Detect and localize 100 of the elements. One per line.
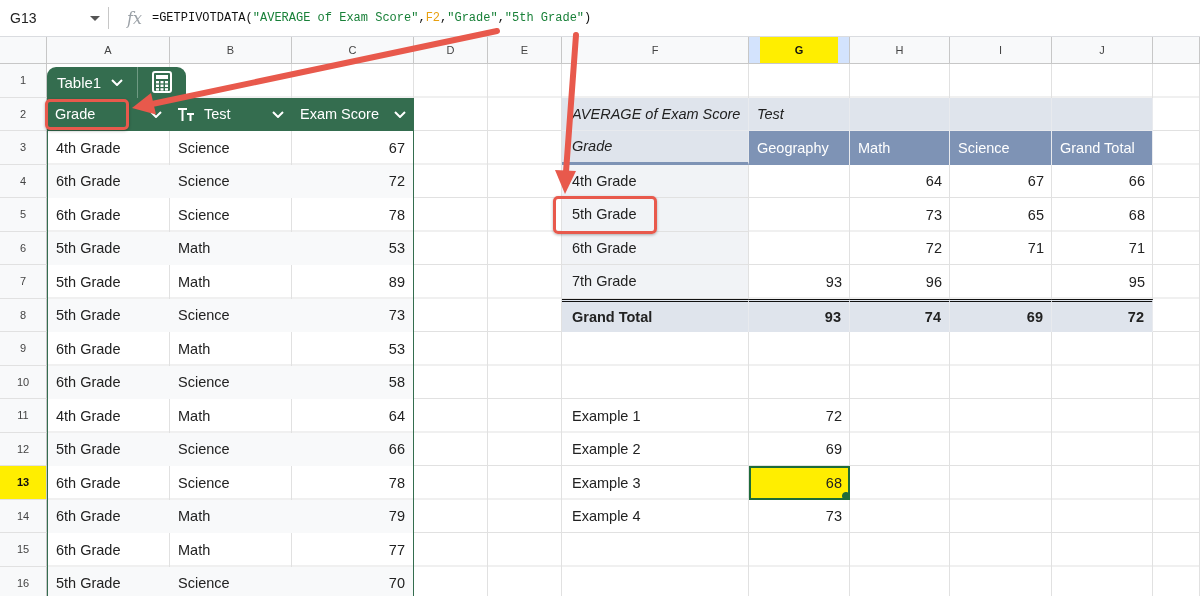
pivot-header-cell: Math — [850, 131, 950, 165]
pivot-cell-text: 71 — [1026, 239, 1045, 259]
table-cell: 6th Grade — [47, 332, 170, 366]
row-header[interactable]: 6 — [0, 231, 47, 265]
row-header[interactable]: 10 — [0, 365, 47, 399]
column-label: Grade — [55, 106, 97, 123]
table-cell-text: Math — [177, 339, 212, 359]
caret-icon[interactable] — [150, 110, 162, 118]
column-header[interactable]: E — [488, 37, 562, 64]
table-cell: Science — [170, 164, 292, 198]
pivot-cell: 93 — [749, 298, 850, 332]
text-type-icon — [178, 107, 194, 122]
pivot-cell: Grand Total — [562, 298, 749, 332]
pivot-cell-text: 71 — [1127, 239, 1146, 259]
table-cell-text: Science — [177, 138, 231, 158]
table-cell-text: Math — [177, 272, 212, 292]
table-cell: 67 — [292, 131, 414, 165]
table-cell: 6th Grade — [47, 533, 170, 567]
table-cell-text: Example 4 — [571, 507, 642, 527]
table-cell: 6th Grade — [47, 164, 170, 198]
row-header[interactable]: 9 — [0, 332, 47, 366]
table-cell-text: Math — [177, 540, 212, 560]
row-header[interactable]: 11 — [0, 399, 47, 433]
table-cell[interactable]: 69 — [749, 432, 850, 466]
pivot-cell-text: 66 — [1127, 172, 1146, 192]
pivot-cell: 69 — [950, 298, 1052, 332]
formula-field[interactable]: =GETPIVOTDATA("AVERAGE of Exam Score",F2,"Grade","5th Grade") — [151, 11, 592, 25]
table-cell: 53 — [292, 332, 414, 366]
table-cell: 64 — [292, 399, 414, 433]
row-header[interactable]: 4 — [0, 164, 47, 198]
table-cell: 6th Grade — [47, 466, 170, 500]
row-header[interactable]: 14 — [0, 499, 47, 533]
table-cell: Math — [170, 231, 292, 265]
table-cell: 72 — [292, 164, 414, 198]
row-header[interactable]: 5 — [0, 198, 47, 232]
column-header[interactable]: A — [47, 37, 170, 64]
pivot-cell: 7th Grade — [562, 265, 749, 299]
table-cell-text: Example 2 — [571, 440, 642, 460]
row-header[interactable]: 8 — [0, 298, 47, 332]
column-label: Exam Score — [300, 106, 380, 123]
column-header[interactable]: B — [170, 37, 292, 64]
table-cell: 5th Grade — [47, 265, 170, 299]
caret-icon[interactable] — [272, 110, 284, 118]
table-header-cell[interactable]: Test — [170, 97, 292, 131]
table-cell: 5th Grade — [47, 566, 170, 596]
table-cell-text: Science — [177, 205, 231, 225]
fx-label: fx — [127, 8, 142, 28]
table-cell-text: Example 1 — [571, 406, 642, 426]
table-header-cell[interactable]: Exam Score — [292, 97, 414, 131]
column-header[interactable]: J — [1052, 37, 1153, 64]
row-header[interactable]: 3 — [0, 131, 47, 165]
table-cell: 5th Grade — [47, 432, 170, 466]
table-cell: 6th Grade — [47, 365, 170, 399]
calculator-icon[interactable] — [152, 71, 173, 93]
table-cell: 70 — [292, 566, 414, 596]
table-cell: 58 — [292, 365, 414, 399]
pivot-cell-text: 95 — [1127, 272, 1146, 292]
column-header[interactable]: G — [749, 37, 850, 64]
table-cell[interactable]: 68 — [749, 466, 850, 500]
table-cell[interactable]: 72 — [749, 399, 850, 433]
row-header[interactable]: 13 — [0, 466, 47, 500]
table-cell: 78 — [292, 198, 414, 232]
table-cell: 66 — [292, 432, 414, 466]
pivot-cell-text: 96 — [924, 272, 943, 292]
table-cell: 79 — [292, 499, 414, 533]
table-cell: 73 — [292, 298, 414, 332]
pivot-cell-text: 72 — [924, 239, 943, 259]
column-header[interactable]: F — [562, 37, 749, 64]
pivot-cell: 74 — [850, 298, 950, 332]
pivot-cell-text: 67 — [1026, 172, 1045, 192]
caret-icon[interactable] — [394, 110, 406, 118]
table-cell[interactable]: 73 — [749, 499, 850, 533]
table-cell: Science — [170, 566, 292, 596]
dropdown-icon[interactable] — [90, 15, 100, 21]
row-header[interactable]: 2 — [0, 97, 47, 131]
table-cell: 5th Grade — [47, 298, 170, 332]
name-box[interactable]: G13 — [0, 5, 108, 31]
row-header[interactable]: 7 — [0, 265, 47, 299]
pivot-cell-text: 68 — [1127, 205, 1146, 225]
row-header[interactable]: 12 — [0, 432, 47, 466]
row-header[interactable]: 1 — [0, 64, 47, 98]
caret-icon[interactable] — [111, 78, 124, 86]
row-header[interactable]: 15 — [0, 533, 47, 567]
pivot-header-cell: Grand Total — [1052, 131, 1153, 165]
row-header[interactable]: 16 — [0, 566, 47, 596]
column-header[interactable]: H — [850, 37, 950, 64]
column-header[interactable]: I — [950, 37, 1052, 64]
table-cell: 5th Grade — [47, 231, 170, 265]
pivot-cell-text: 65 — [1026, 205, 1045, 225]
table-cell: Math — [170, 499, 292, 533]
column-label: Test — [204, 106, 232, 123]
table-cell: Science — [170, 365, 292, 399]
table-cell-text: Math — [177, 406, 212, 426]
table-cell: 6th Grade — [47, 198, 170, 232]
pivot-cell: 72 — [1052, 298, 1153, 332]
table-cell: 6th Grade — [47, 499, 170, 533]
table-cell: 78 — [292, 466, 414, 500]
table-cell: 89 — [292, 265, 414, 299]
pivot-cell: Test — [749, 97, 850, 131]
pivot-cell-text: 73 — [924, 205, 943, 225]
